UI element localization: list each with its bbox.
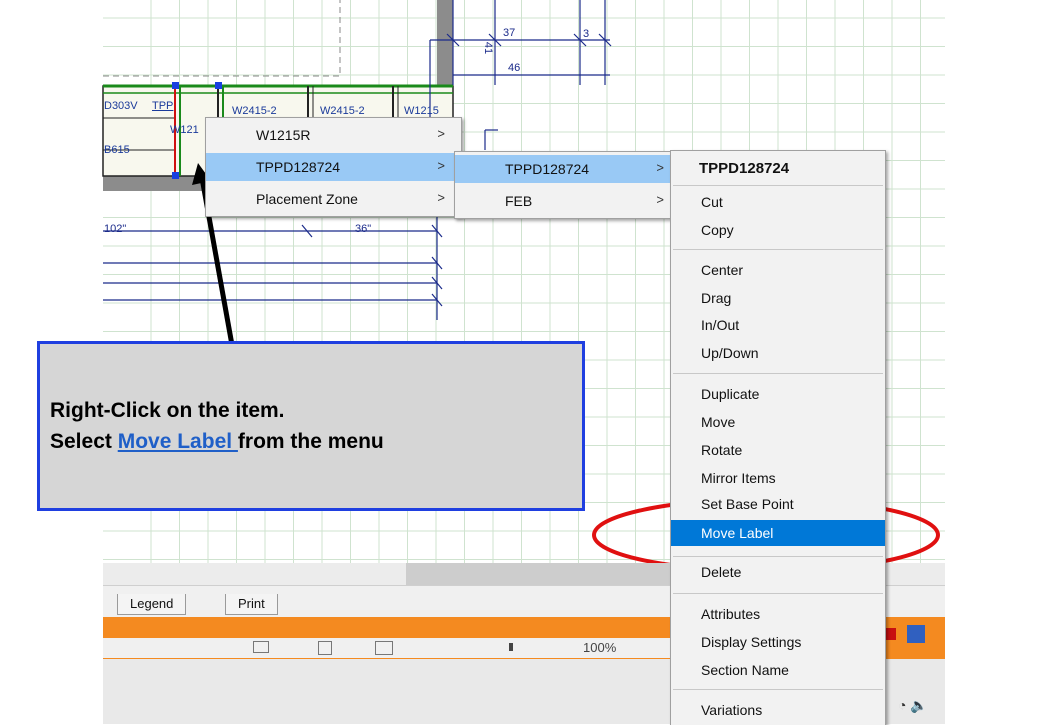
cabinet-label-w1215[interactable]: W1215 — [404, 105, 439, 117]
menu-item-display-settings[interactable]: Display Settings — [671, 629, 885, 655]
menu-item-label: TPPD128724 — [256, 159, 341, 175]
menu-separator — [673, 593, 883, 594]
menu-item-tppd128724-sub[interactable]: TPPD128724 > — [455, 155, 680, 183]
menu-item-label: Section Name — [701, 662, 789, 678]
page-view-icon[interactable] — [318, 641, 332, 655]
volume-icon[interactable]: 🔈 — [910, 697, 927, 713]
dimension-label-36: 36" — [355, 223, 372, 235]
view-toolbar: 100% — [103, 638, 703, 658]
menu-item-label: W1215R — [256, 127, 311, 143]
dimension-label-102: 102" — [104, 223, 127, 235]
menu-item-label: Mirror Items — [701, 470, 776, 486]
menu-item-label: Delete — [701, 564, 742, 580]
wifi-icon[interactable]: ◔ — [898, 697, 906, 713]
menu-item-attributes[interactable]: Attributes — [671, 601, 885, 627]
chevron-right-icon: > — [437, 126, 445, 141]
callout-text: Select — [50, 430, 118, 453]
menu-item-w1215r[interactable]: W1215R > — [206, 121, 461, 149]
system-tray: ◔ 🔈 — [898, 697, 928, 714]
menu-item-copy[interactable]: Copy — [671, 217, 885, 243]
callout-text: from the menu — [237, 430, 384, 453]
menu-item-variations[interactable]: Variations — [671, 697, 885, 723]
menu-separator — [673, 689, 883, 690]
selection-handle[interactable] — [172, 172, 179, 179]
menu-item-up-down[interactable]: Up/Down — [671, 340, 885, 366]
menu-item-label: Duplicate — [701, 386, 760, 402]
dimension-label-3: 3 — [583, 28, 590, 40]
zoom-level: 100% — [583, 640, 617, 655]
menu-item-label: Move — [701, 414, 736, 430]
dimension-label-46: 46 — [508, 62, 521, 74]
context-menu-sub: TPPD128724 > FEB > — [454, 151, 681, 219]
menu-item-label: In/Out — [701, 317, 740, 333]
menu-title: TPPD128724 — [699, 160, 790, 177]
menu-item-label: Up/Down — [701, 345, 759, 361]
cabinet-label-w121[interactable]: W121 — [170, 124, 199, 136]
selection-handle[interactable] — [172, 82, 179, 89]
menu-separator — [673, 556, 883, 557]
menu-item-rotate[interactable]: Rotate — [671, 437, 885, 463]
menu-item-move[interactable]: Move — [671, 409, 885, 435]
menu-item-in-out[interactable]: In/Out — [671, 312, 885, 338]
menu-item-label: Cut — [701, 194, 723, 210]
menu-item-label: Center — [701, 262, 744, 278]
context-menu-root: W1215R > TPPD128724 > Placement Zone > — [205, 117, 462, 217]
cabinet-label-d303v[interactable]: D303V — [104, 100, 138, 112]
cabinet-label-w2415-b[interactable]: W2415-2 — [320, 105, 365, 117]
context-menu-actions: TPPD128724 Cut Copy Center Drag In/Out U… — [670, 150, 886, 725]
scrollbar-thumb[interactable] — [406, 563, 706, 585]
menu-item-duplicate[interactable]: Duplicate — [671, 381, 885, 407]
menu-item-label: Rotate — [701, 442, 743, 458]
menu-separator — [673, 185, 883, 186]
menu-item-label: Set Base Point — [701, 496, 794, 512]
blue-grid-icon[interactable] — [907, 625, 925, 643]
tab-legend[interactable]: Legend — [117, 594, 187, 615]
zoom-slider-thumb[interactable] — [509, 643, 513, 651]
menu-item-center[interactable]: Center — [671, 257, 885, 283]
selection-handle[interactable] — [215, 82, 222, 89]
dashed-boundary — [103, 0, 341, 77]
menu-item-section-name[interactable]: Section Name — [671, 657, 885, 683]
menu-separator — [673, 373, 883, 374]
cabinet-label-b615[interactable]: B615 — [104, 144, 130, 156]
menu-item-set-base-point[interactable]: Set Base Point — [671, 493, 885, 519]
menu-item-delete[interactable]: Delete — [671, 561, 885, 587]
menu-item-move-label[interactable]: Move Label — [671, 520, 885, 546]
menu-item-label: Move Label — [701, 525, 774, 541]
menu-item-tppd128724[interactable]: TPPD128724 > — [206, 153, 461, 181]
grid-view-icon[interactable] — [253, 641, 269, 653]
chevron-right-icon: > — [656, 192, 664, 207]
instruction-callout: Right-Click on the item. Select Move Lab… — [37, 341, 585, 511]
menu-item-placement-zone[interactable]: Placement Zone > — [206, 185, 461, 213]
cabinet-label-w2415-a[interactable]: W2415-2 — [232, 105, 277, 117]
menu-item-drag[interactable]: Drag — [671, 285, 885, 311]
tab-print[interactable]: Print — [225, 594, 278, 615]
dimension-label-37: 37 — [503, 27, 516, 39]
menu-item-mirror-items[interactable]: Mirror Items — [671, 465, 885, 491]
menu-item-label: TPPD128724 — [505, 161, 590, 177]
menu-item-cut[interactable]: Cut — [671, 189, 885, 215]
menu-item-label: Copy — [701, 222, 734, 238]
cabinet-label-tpp[interactable]: TPP — [152, 100, 173, 112]
chevron-right-icon: > — [437, 158, 445, 173]
menu-separator — [673, 249, 883, 250]
chevron-right-icon: > — [656, 160, 664, 175]
callout-line-1: Right-Click on the item. — [50, 399, 285, 422]
menu-item-label: FEB — [505, 193, 533, 209]
window-view-icon[interactable] — [375, 641, 393, 655]
menu-item-label: Drag — [701, 290, 732, 306]
menu-item-label: Attributes — [701, 606, 761, 622]
menu-item-label: Placement Zone — [256, 191, 358, 207]
dimension-label-41: 41 — [482, 41, 495, 55]
menu-item-label: Display Settings — [701, 634, 802, 650]
chevron-right-icon: > — [437, 190, 445, 205]
menu-item-feb[interactable]: FEB > — [455, 187, 680, 215]
callout-line-2: Select Move Label from the menu — [50, 430, 384, 454]
callout-link-move-label[interactable]: Move Label — [118, 430, 238, 453]
menu-item-label: Variations — [701, 702, 763, 718]
